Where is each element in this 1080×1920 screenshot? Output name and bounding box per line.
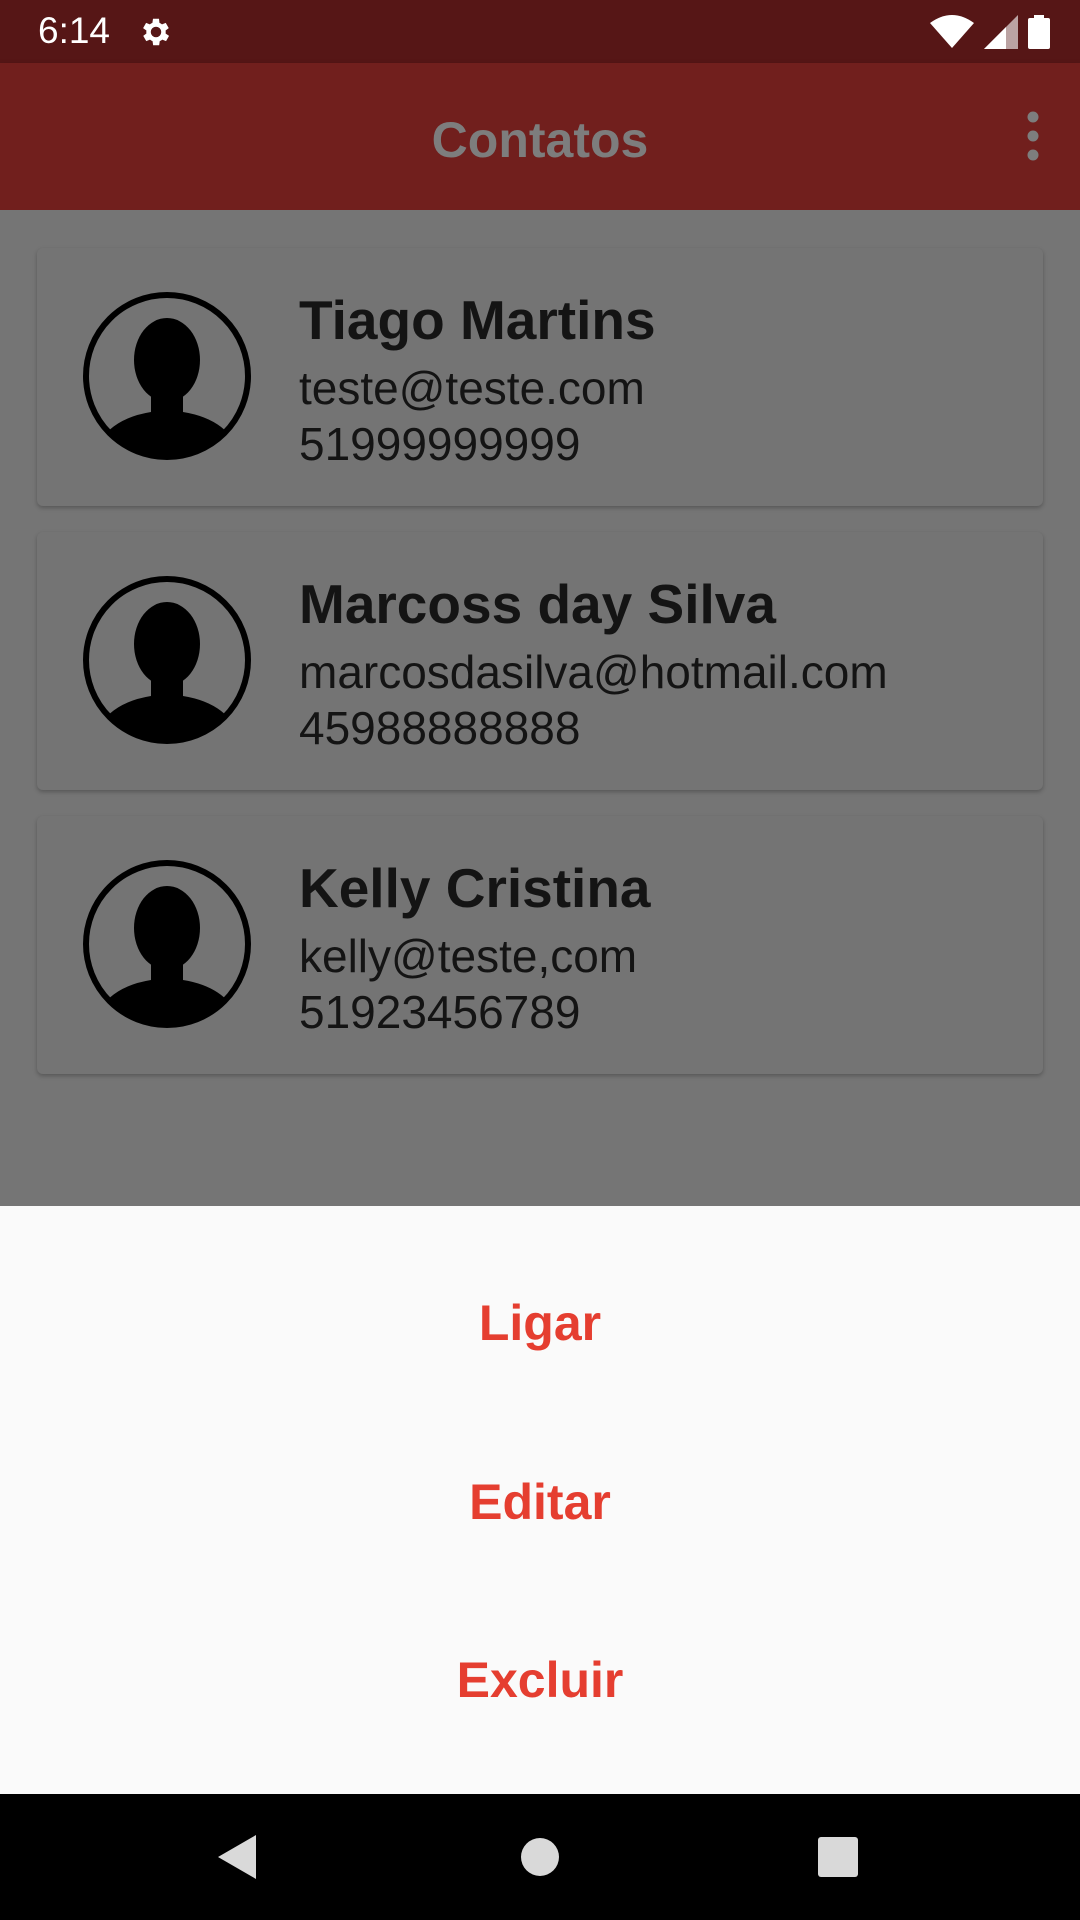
status-bar: 6:14 [0,0,1080,63]
avatar-icon [83,292,251,460]
back-icon[interactable] [210,1827,270,1887]
app-bar: Contatos [0,63,1080,210]
recents-icon[interactable] [808,1827,868,1887]
battery-icon [1028,15,1050,49]
contact-email: kelly@teste,com [299,930,638,982]
action-bottom-sheet: Ligar Editar Excluir [0,1206,1080,1794]
more-vert-icon[interactable] [1008,108,1058,164]
edit-button[interactable]: Editar [0,1447,1080,1557]
contact-card-tiago[interactable]: Tiago Martins teste@teste.com 5199999999… [37,248,1043,506]
navigation-bar [0,1794,1080,1920]
settings-icon [143,18,170,46]
home-icon[interactable] [510,1827,570,1887]
delete-button[interactable]: Excluir [0,1625,1080,1735]
contact-phone: 45988888888 [299,702,581,754]
contact-name: Kelly Cristina [299,857,651,919]
contact-list: Tiago Martins teste@teste.com 5199999999… [0,210,1080,1206]
contact-phone: 51923456789 [299,986,581,1038]
contact-card-kelly[interactable]: Kelly Cristina kelly@teste,com 519234567… [37,816,1043,1074]
status-time: 6:14 [38,10,111,51]
page-title: Contatos [431,112,649,168]
contact-email: teste@teste.com [299,362,645,414]
contact-phone: 51999999999 [299,418,581,470]
avatar-icon [83,860,251,1028]
contact-card-marcoss[interactable]: Marcoss day Silva marcosdasilva@hotmail.… [37,532,1043,790]
call-button[interactable]: Ligar [0,1268,1080,1378]
signal-icon [984,15,1018,49]
wifi-icon [930,15,974,48]
avatar-icon [83,576,251,744]
contact-email: marcosdasilva@hotmail.com [299,646,888,698]
contact-name: Tiago Martins [299,289,656,351]
contact-name: Marcoss day Silva [299,573,776,635]
